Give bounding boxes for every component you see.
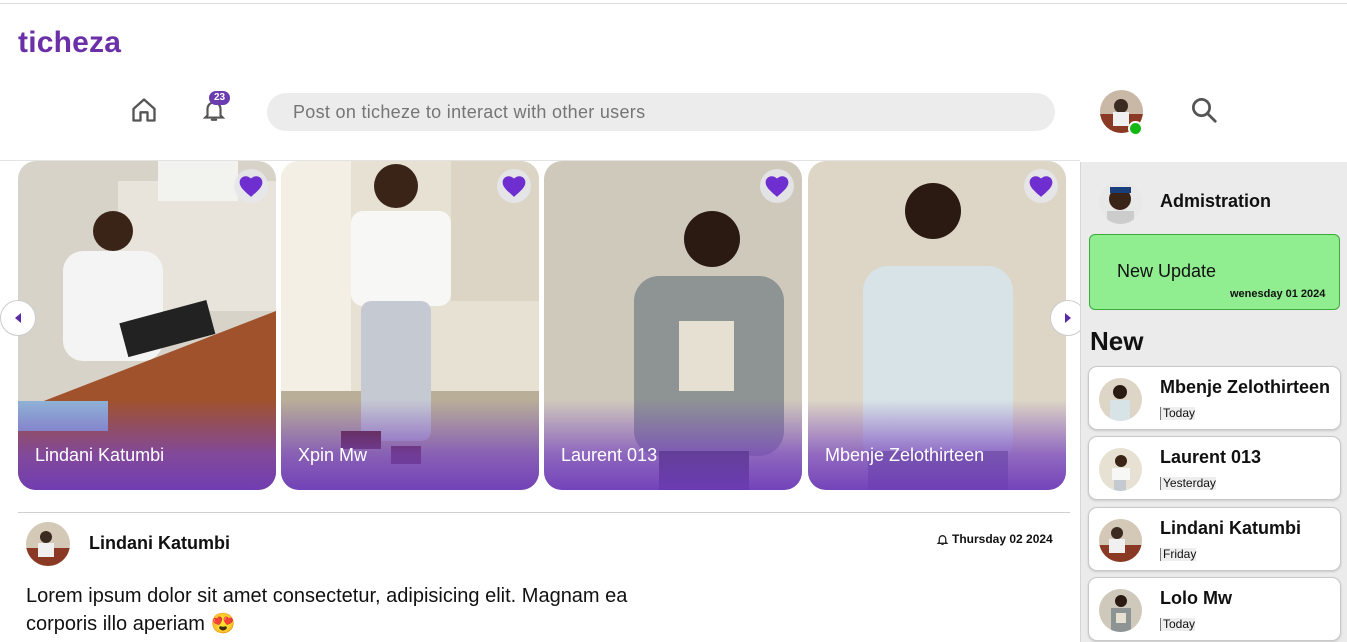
post-body: Lorem ipsum dolor sit amet consectetur, …	[26, 585, 628, 635]
new-users-heading: New	[1090, 326, 1144, 356]
user-avatar	[1099, 448, 1142, 491]
carousel-prev-button[interactable]	[0, 300, 36, 336]
user-time: Today	[1160, 618, 1196, 631]
story-name: Lindani Katumbi	[35, 445, 165, 465]
user-name: Mbenje Zelothirteen	[1160, 377, 1331, 397]
chevron-left-icon	[15, 313, 21, 323]
heart-icon[interactable]	[1024, 169, 1058, 203]
search-icon[interactable]	[1188, 94, 1220, 126]
new-user-card[interactable]: Lindani Katumbi Friday	[1088, 507, 1341, 571]
story-card[interactable]: Lindani Katumbi	[18, 161, 276, 490]
story-card[interactable]: Laurent 013	[544, 161, 802, 490]
story-name: Laurent 013	[561, 445, 658, 465]
heart-icon[interactable]	[234, 169, 268, 203]
new-user-card[interactable]: Laurent 013 Yesterday	[1088, 436, 1341, 500]
user-name: Lolo Mw	[1160, 588, 1232, 608]
story-card[interactable]: Xpin Mw	[281, 161, 539, 490]
home-icon[interactable]	[128, 94, 160, 126]
user-time: Yesterday	[1160, 477, 1216, 490]
post-date: Thursday 02 2024	[936, 532, 1053, 546]
story-name: Xpin Mw	[298, 445, 368, 465]
user-time: Friday	[1160, 548, 1197, 561]
new-user-card[interactable]: Mbenje Zelothirteen Today	[1088, 366, 1341, 430]
admin-avatar[interactable]	[1099, 181, 1142, 224]
post-input[interactable]	[267, 93, 1055, 131]
new-user-card[interactable]: Lolo Mw Today	[1088, 577, 1341, 641]
admin-title: Admistration	[1160, 191, 1272, 211]
user-avatar	[1099, 519, 1142, 562]
update-date: wenesday 01 2024	[1230, 288, 1326, 300]
post-author-name[interactable]: Lindani Katumbi	[89, 533, 230, 554]
online-status-dot	[1128, 121, 1143, 136]
top-border	[0, 3, 1347, 4]
heart-icon[interactable]	[497, 169, 531, 203]
user-avatar	[1099, 589, 1142, 632]
heart-icon[interactable]	[760, 169, 794, 203]
story-name: Mbenje Zelothirteen	[825, 445, 985, 465]
bell-icon	[936, 534, 949, 545]
user-name: Lindani Katumbi	[1160, 518, 1301, 538]
post-date-text: Thursday 02 2024	[952, 532, 1053, 546]
chevron-right-icon	[1065, 313, 1071, 323]
update-title: New Update	[1117, 261, 1217, 281]
user-name: Laurent 013	[1160, 447, 1262, 467]
post-divider	[18, 512, 1070, 513]
notification-badge: 23	[209, 91, 231, 105]
story-card[interactable]: Mbenje Zelothirteen	[808, 161, 1066, 490]
post-author-avatar[interactable]	[26, 522, 70, 566]
user-avatar	[1099, 378, 1142, 421]
user-time: Today	[1160, 407, 1196, 420]
app-logo[interactable]: ticheza	[18, 26, 121, 60]
